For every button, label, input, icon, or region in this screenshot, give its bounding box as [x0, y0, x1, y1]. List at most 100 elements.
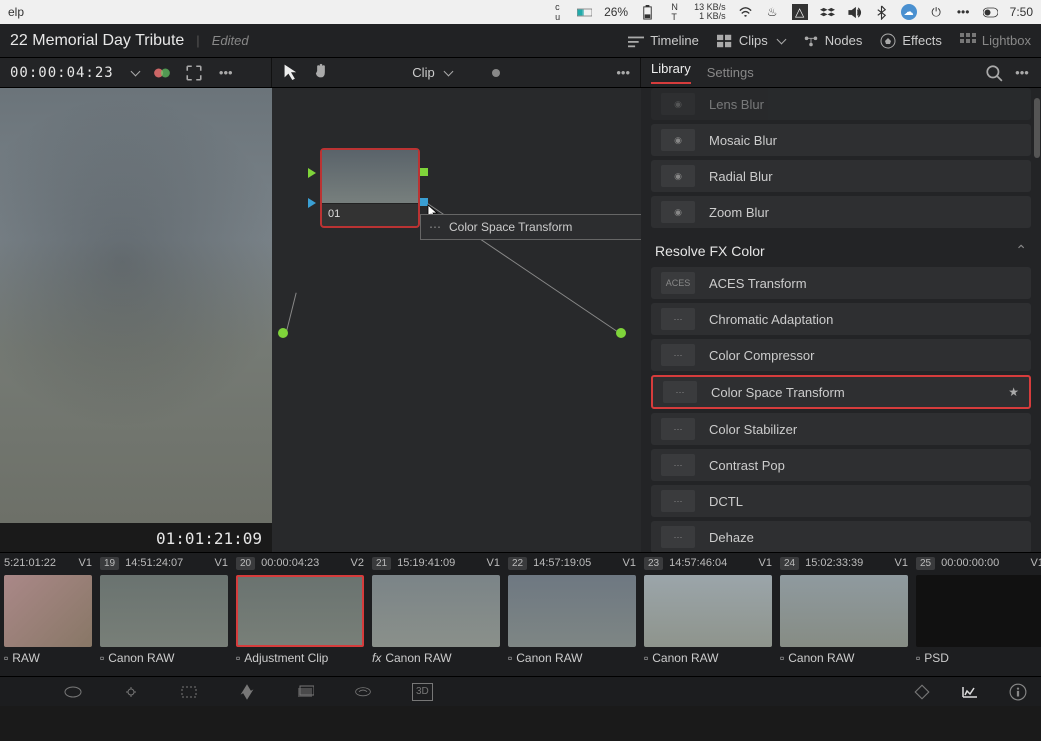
clip-track: V1	[759, 557, 772, 569]
stereo-3d-icon[interactable]: 3D	[412, 683, 433, 701]
fx-scrollbar[interactable]	[1033, 88, 1041, 552]
dropbox-icon[interactable]	[820, 5, 835, 20]
fx-item[interactable]: ⋯DCTL	[651, 485, 1031, 517]
clip-thumbnail[interactable]: 2415:02:33:39V1▫Canon RAW	[776, 553, 912, 676]
search-icon[interactable]	[985, 64, 1003, 82]
tracker-icon[interactable]	[238, 683, 256, 701]
clip-thumbnails-strip[interactable]: 5:21:01:22V1▫RAW1914:51:24:07V1▫Canon RA…	[0, 552, 1041, 676]
info-icon[interactable]	[1009, 683, 1027, 701]
clip-type-icon: ▫	[4, 651, 8, 665]
qualifier-icon[interactable]	[122, 683, 140, 701]
fx-thumb-icon: ◉	[661, 129, 695, 151]
help-menu[interactable]: elp	[8, 5, 24, 19]
image-wipe-icon[interactable]	[153, 64, 171, 82]
clip-thumbnail[interactable]: 2214:57:19:05V1▫Canon RAW	[504, 553, 640, 676]
curves-icon[interactable]	[64, 683, 82, 701]
clip-thumbnail[interactable]: 2115:19:41:09V1fxCanon RAW	[368, 553, 504, 676]
clip-thumbnail[interactable]: 1914:51:24:07V1▫Canon RAW	[96, 553, 232, 676]
title-divider: |	[196, 33, 199, 48]
clips-button[interactable]: Clips	[717, 33, 785, 49]
clip-track: V1	[79, 557, 92, 569]
graph-input-node[interactable]	[278, 328, 288, 338]
fx-item[interactable]: ⋯Color Compressor	[651, 339, 1031, 371]
fx-icon: ⋯	[429, 220, 441, 234]
blur-icon[interactable]	[296, 683, 314, 701]
timeline-button[interactable]: Timeline	[628, 33, 699, 49]
triangle-icon[interactable]: △	[792, 4, 808, 20]
clip-thumbnail[interactable]: 2314:57:46:04V1▫Canon RAW	[640, 553, 776, 676]
fx-item[interactable]: ◉Radial Blur	[651, 160, 1031, 192]
clip-track: V1	[623, 557, 636, 569]
clip-image[interactable]	[644, 575, 772, 647]
tab-settings[interactable]: Settings	[707, 65, 754, 80]
graph-output-node[interactable]	[616, 328, 626, 338]
clip-image[interactable]	[508, 575, 636, 647]
fx-item[interactable]: ⋯Color Stabilizer	[651, 413, 1031, 445]
fx-category-header[interactable]: Resolve FX Color⌃	[651, 232, 1031, 267]
more-icon[interactable]: •••	[217, 64, 235, 82]
chevron-down-icon	[441, 65, 452, 80]
fx-item[interactable]: ⋯Dehaze	[651, 521, 1031, 552]
clip-track: V2	[351, 557, 364, 569]
clip-codec-label: RAW	[12, 651, 40, 665]
wifi-icon[interactable]	[738, 5, 753, 20]
favorite-icon[interactable]: ★	[1008, 385, 1019, 399]
clip-type-icon: ▫	[644, 651, 648, 665]
viewer-image[interactable]	[0, 88, 272, 523]
clip-image[interactable]	[100, 575, 228, 647]
fx-item[interactable]: ⋯Color Space Transform★	[651, 375, 1031, 409]
clip-image[interactable]	[4, 575, 92, 647]
keyframe-icon[interactable]	[913, 683, 931, 701]
fx-item-label: Chromatic Adaptation	[709, 312, 833, 327]
node-more-icon[interactable]: •••	[616, 65, 630, 80]
fx-badge-icon: fx	[372, 651, 381, 665]
node-rgb-in-icon[interactable]	[308, 168, 316, 178]
clip-index: 23	[644, 557, 663, 570]
node-graph[interactable]: 01 ⋯ Color Space Transform	[272, 88, 641, 552]
toggle-icon[interactable]	[983, 5, 998, 20]
hand-tool-icon[interactable]	[312, 62, 330, 80]
timecode-chevron-icon[interactable]	[128, 65, 139, 80]
nodes-button[interactable]: Nodes	[803, 33, 863, 49]
collapse-icon[interactable]: ⌃	[1015, 242, 1027, 259]
corrector-node-01[interactable]: 01	[320, 148, 420, 228]
cloud-icon[interactable]: ☁	[901, 4, 917, 20]
fx-item[interactable]: ◉Lens Blur	[651, 88, 1031, 120]
power-icon[interactable]: ⏻	[929, 5, 944, 20]
clip-image[interactable]	[916, 575, 1041, 647]
flame-icon[interactable]: ♨	[765, 5, 780, 20]
fx-item[interactable]: ⋯Contrast Pop	[651, 449, 1031, 481]
volume-icon[interactable]	[847, 5, 862, 20]
panel-more-icon[interactable]: •••	[1013, 64, 1031, 82]
fx-item[interactable]: ◉Zoom Blur	[651, 196, 1031, 228]
node-alpha-in-icon[interactable]	[308, 198, 316, 208]
clip-thumbnail[interactable]: 2500:00:00:00V1▫PSD	[912, 553, 1041, 676]
clip-thumbnail[interactable]: 2000:00:04:23V2▫Adjustment Clip	[232, 553, 368, 676]
clip-index: 19	[100, 557, 119, 570]
battery-icon	[640, 5, 655, 20]
fx-item[interactable]: ◉Mosaic Blur	[651, 124, 1031, 156]
clip-image[interactable]	[372, 575, 500, 647]
effects-button[interactable]: Effects	[880, 33, 942, 49]
tab-library[interactable]: Library	[651, 61, 691, 84]
fx-item[interactable]: ⋯Chromatic Adaptation	[651, 303, 1031, 335]
window-icon[interactable]	[180, 683, 198, 701]
viewer-timecode[interactable]: 00:00:04:23	[10, 65, 114, 81]
clip-timecode: 14:51:24:07	[125, 557, 183, 569]
key-icon[interactable]	[354, 683, 372, 701]
scopes-icon[interactable]	[961, 683, 979, 701]
clip-selector[interactable]: Clip	[412, 65, 451, 80]
expand-icon[interactable]	[185, 64, 203, 82]
fx-item[interactable]: ACESACES Transform	[651, 267, 1031, 299]
zoom-slider-dot[interactable]	[492, 69, 500, 77]
bluetooth-icon[interactable]	[874, 5, 889, 20]
cpu-meter-icon: cu	[550, 5, 565, 20]
node-rgb-out-icon[interactable]	[420, 168, 428, 176]
clip-image[interactable]	[236, 575, 364, 647]
pointer-tool-icon[interactable]	[282, 62, 300, 80]
overflow-icon[interactable]: •••	[956, 5, 971, 20]
clip-codec-label: Adjustment Clip	[244, 651, 328, 665]
clip-image[interactable]	[780, 575, 908, 647]
lightbox-button[interactable]: Lightbox	[960, 33, 1031, 49]
clip-thumbnail[interactable]: 5:21:01:22V1▫RAW	[0, 553, 96, 676]
